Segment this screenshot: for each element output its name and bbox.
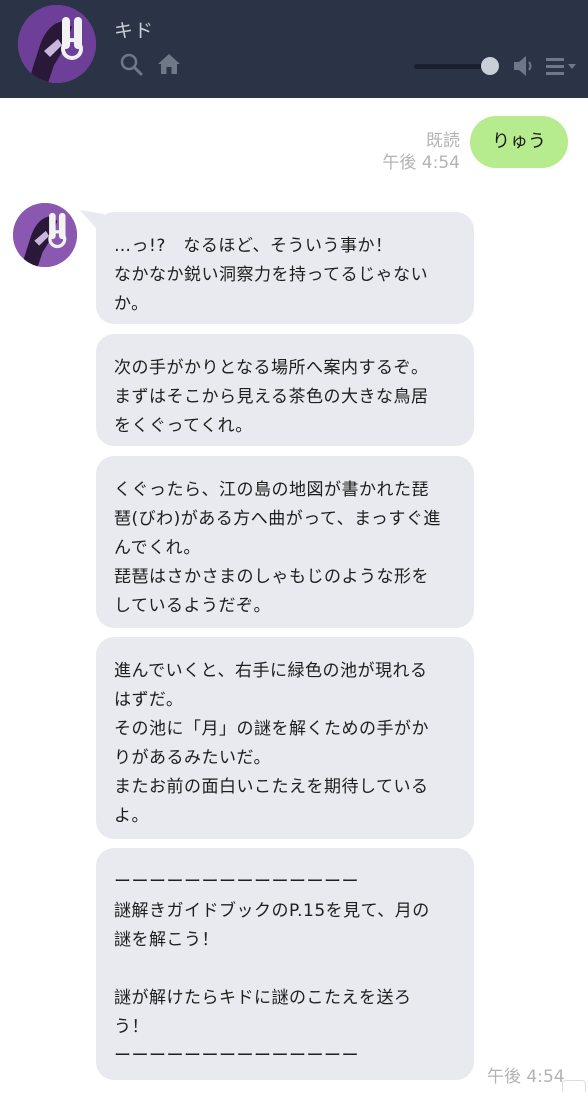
menu-icon[interactable] <box>546 56 578 76</box>
scroll-indicator[interactable] <box>562 1080 586 1092</box>
outgoing-timestamp: 午後 4:54 <box>382 153 460 173</box>
incoming-message-bubble[interactable]: 進んでいくと、右手に緑色の池が現れる はずだ。 その池に「月」の謎を解くための手… <box>96 637 474 839</box>
home-icon[interactable] <box>157 52 181 76</box>
volume-slider-knob[interactable] <box>481 57 499 75</box>
incoming-timestamp: 午後 4:54 <box>487 1067 565 1087</box>
incoming-message-bubble[interactable]: 次の手がかりとなる場所へ案内するぞ。 まずはそこから見える茶色の大きな鳥居 をく… <box>96 334 474 446</box>
contact-name: キド <box>114 20 155 42</box>
incoming-message-bubble[interactable]: ーーーーーーーーーーーーーー 謎解きガイドブックのP.15を見て、月の 謎を解こ… <box>96 848 474 1080</box>
sender-avatar[interactable] <box>13 203 77 267</box>
outgoing-message-bubble[interactable]: りゅう <box>470 116 568 168</box>
incoming-message-bubble[interactable]: …っ!? なるほど、そういう事か！ なかなか鋭い洞察力を持ってるじゃない か。 <box>96 212 474 324</box>
incoming-message-bubble[interactable]: くぐったら、江の島の地図が書かれた琵 琶(びわ)がある方へ曲がって、まっすぐ進 … <box>96 456 474 628</box>
contact-avatar[interactable] <box>18 5 96 83</box>
search-icon[interactable] <box>119 52 143 76</box>
chat-header: キド <box>0 0 588 98</box>
volume-icon[interactable] <box>512 54 536 78</box>
